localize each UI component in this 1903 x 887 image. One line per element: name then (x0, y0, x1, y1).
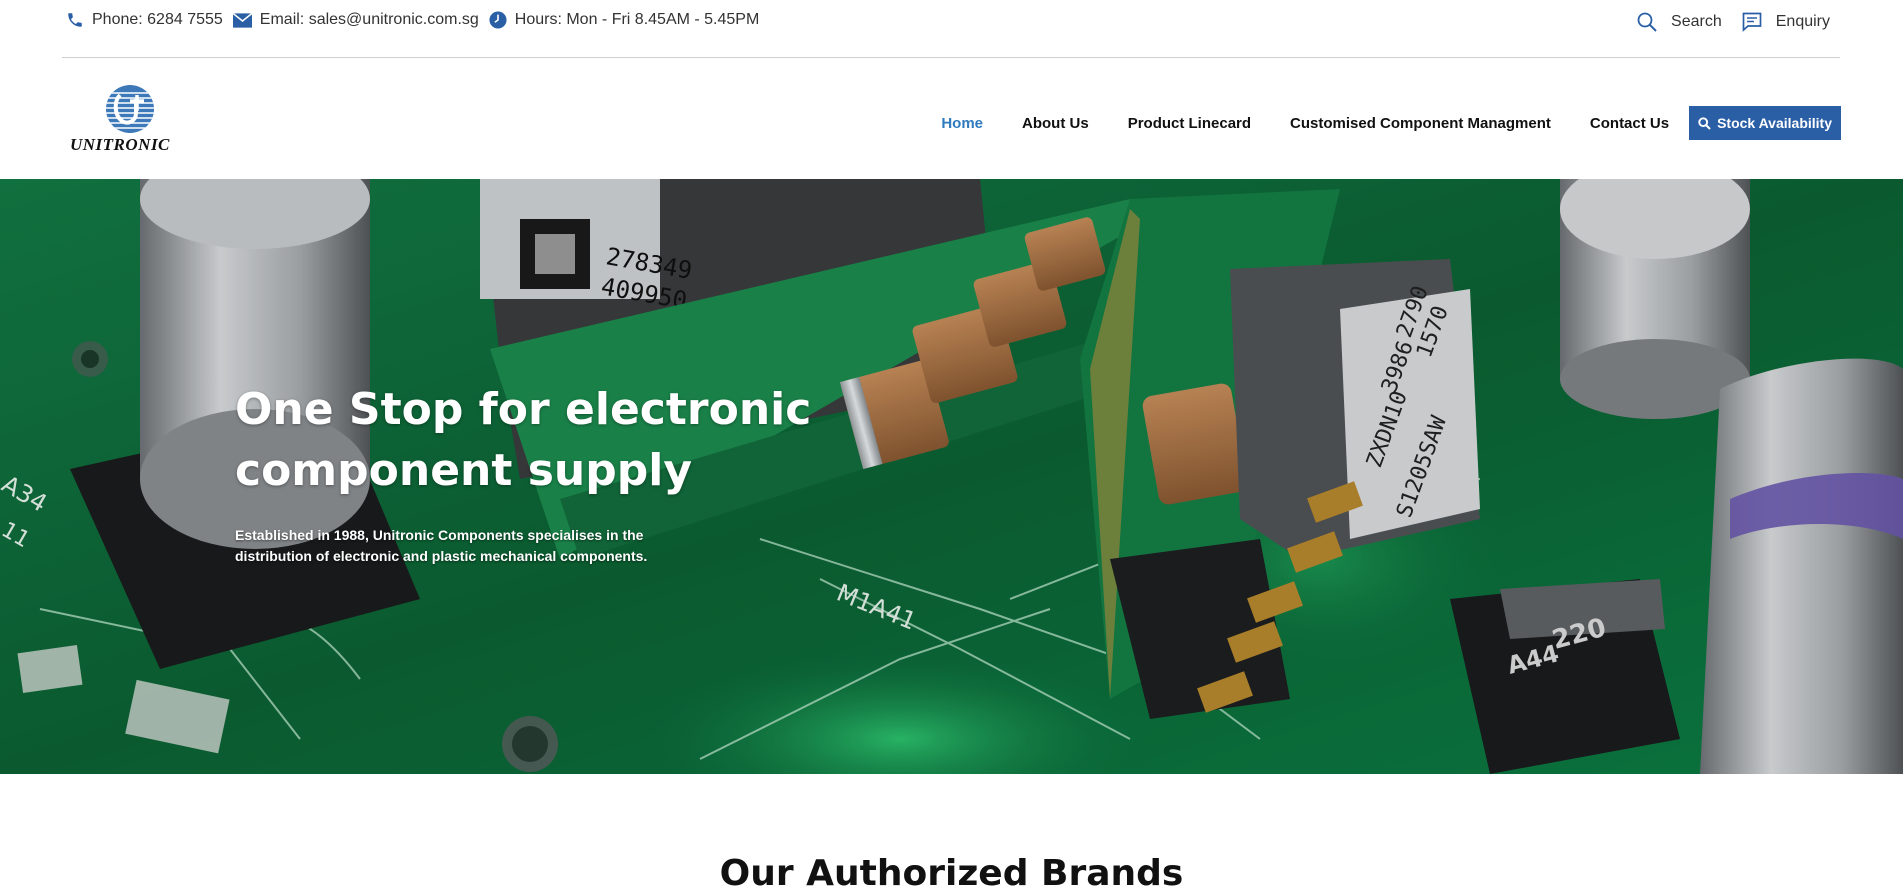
email-text: Email: sales@unitronic.com.sg (259, 11, 479, 28)
hero-subtitle: Established in 1988, Unitronic Component… (235, 527, 648, 564)
logo-wordmark: UNITRONIC (70, 135, 170, 154)
mail-icon (232, 12, 252, 28)
main-nav: Home About Us Product Linecard Customise… (902, 106, 1841, 140)
search-icon (1698, 116, 1711, 130)
stock-availability-label: Stock Availability (1717, 115, 1832, 131)
nav-customised-component-management[interactable]: Customised Component Managment (1290, 115, 1551, 132)
phone-info[interactable]: Phone: 6284 7555 (66, 11, 223, 29)
logo-emblem (106, 85, 154, 133)
hero-title: One Stop for electronic component supply (235, 384, 812, 496)
enquiry-link[interactable]: Enquiry (1742, 12, 1830, 32)
hero-copy: One Stop for electronic component supply… (235, 379, 855, 567)
phone-icon (68, 13, 82, 27)
unitronic-logo[interactable]: UNITRONIC (70, 85, 190, 157)
nav-product-linecard[interactable]: Product Linecard (1128, 115, 1251, 132)
enquiry-icon (1742, 12, 1762, 32)
nav-about-us[interactable]: About Us (1022, 115, 1089, 132)
hero-banner: 278349 409950 2790 1570 3986 ZXDN10 S120… (0, 179, 1903, 774)
stock-availability-button[interactable]: Stock Availability (1689, 106, 1841, 140)
brands-section-title: Our Authorized Brands (719, 853, 1184, 887)
nav-home[interactable]: Home (941, 115, 983, 132)
enquiry-label: Enquiry (1775, 13, 1830, 30)
nav-contact-us[interactable]: Contact Us (1590, 115, 1669, 132)
clock-icon (489, 11, 507, 29)
site-header: UNITRONIC Home About Us Product Linecard… (0, 59, 1903, 179)
hours-text: Hours: Mon - Fri 8.45AM - 5.45PM (514, 11, 760, 28)
email-info[interactable]: Email: sales@unitronic.com.sg (232, 11, 479, 29)
hours-info: Hours: Mon - Fri 8.45AM - 5.45PM (489, 11, 760, 29)
phone-text: Phone: 6284 7555 (92, 11, 223, 28)
search-link[interactable]: Search (1637, 12, 1722, 32)
search-icon (1637, 12, 1657, 32)
search-label: Search (1671, 13, 1722, 30)
top-contact-bar: Phone: 6284 7555 Email: sales@unitronic.… (62, 0, 1840, 58)
